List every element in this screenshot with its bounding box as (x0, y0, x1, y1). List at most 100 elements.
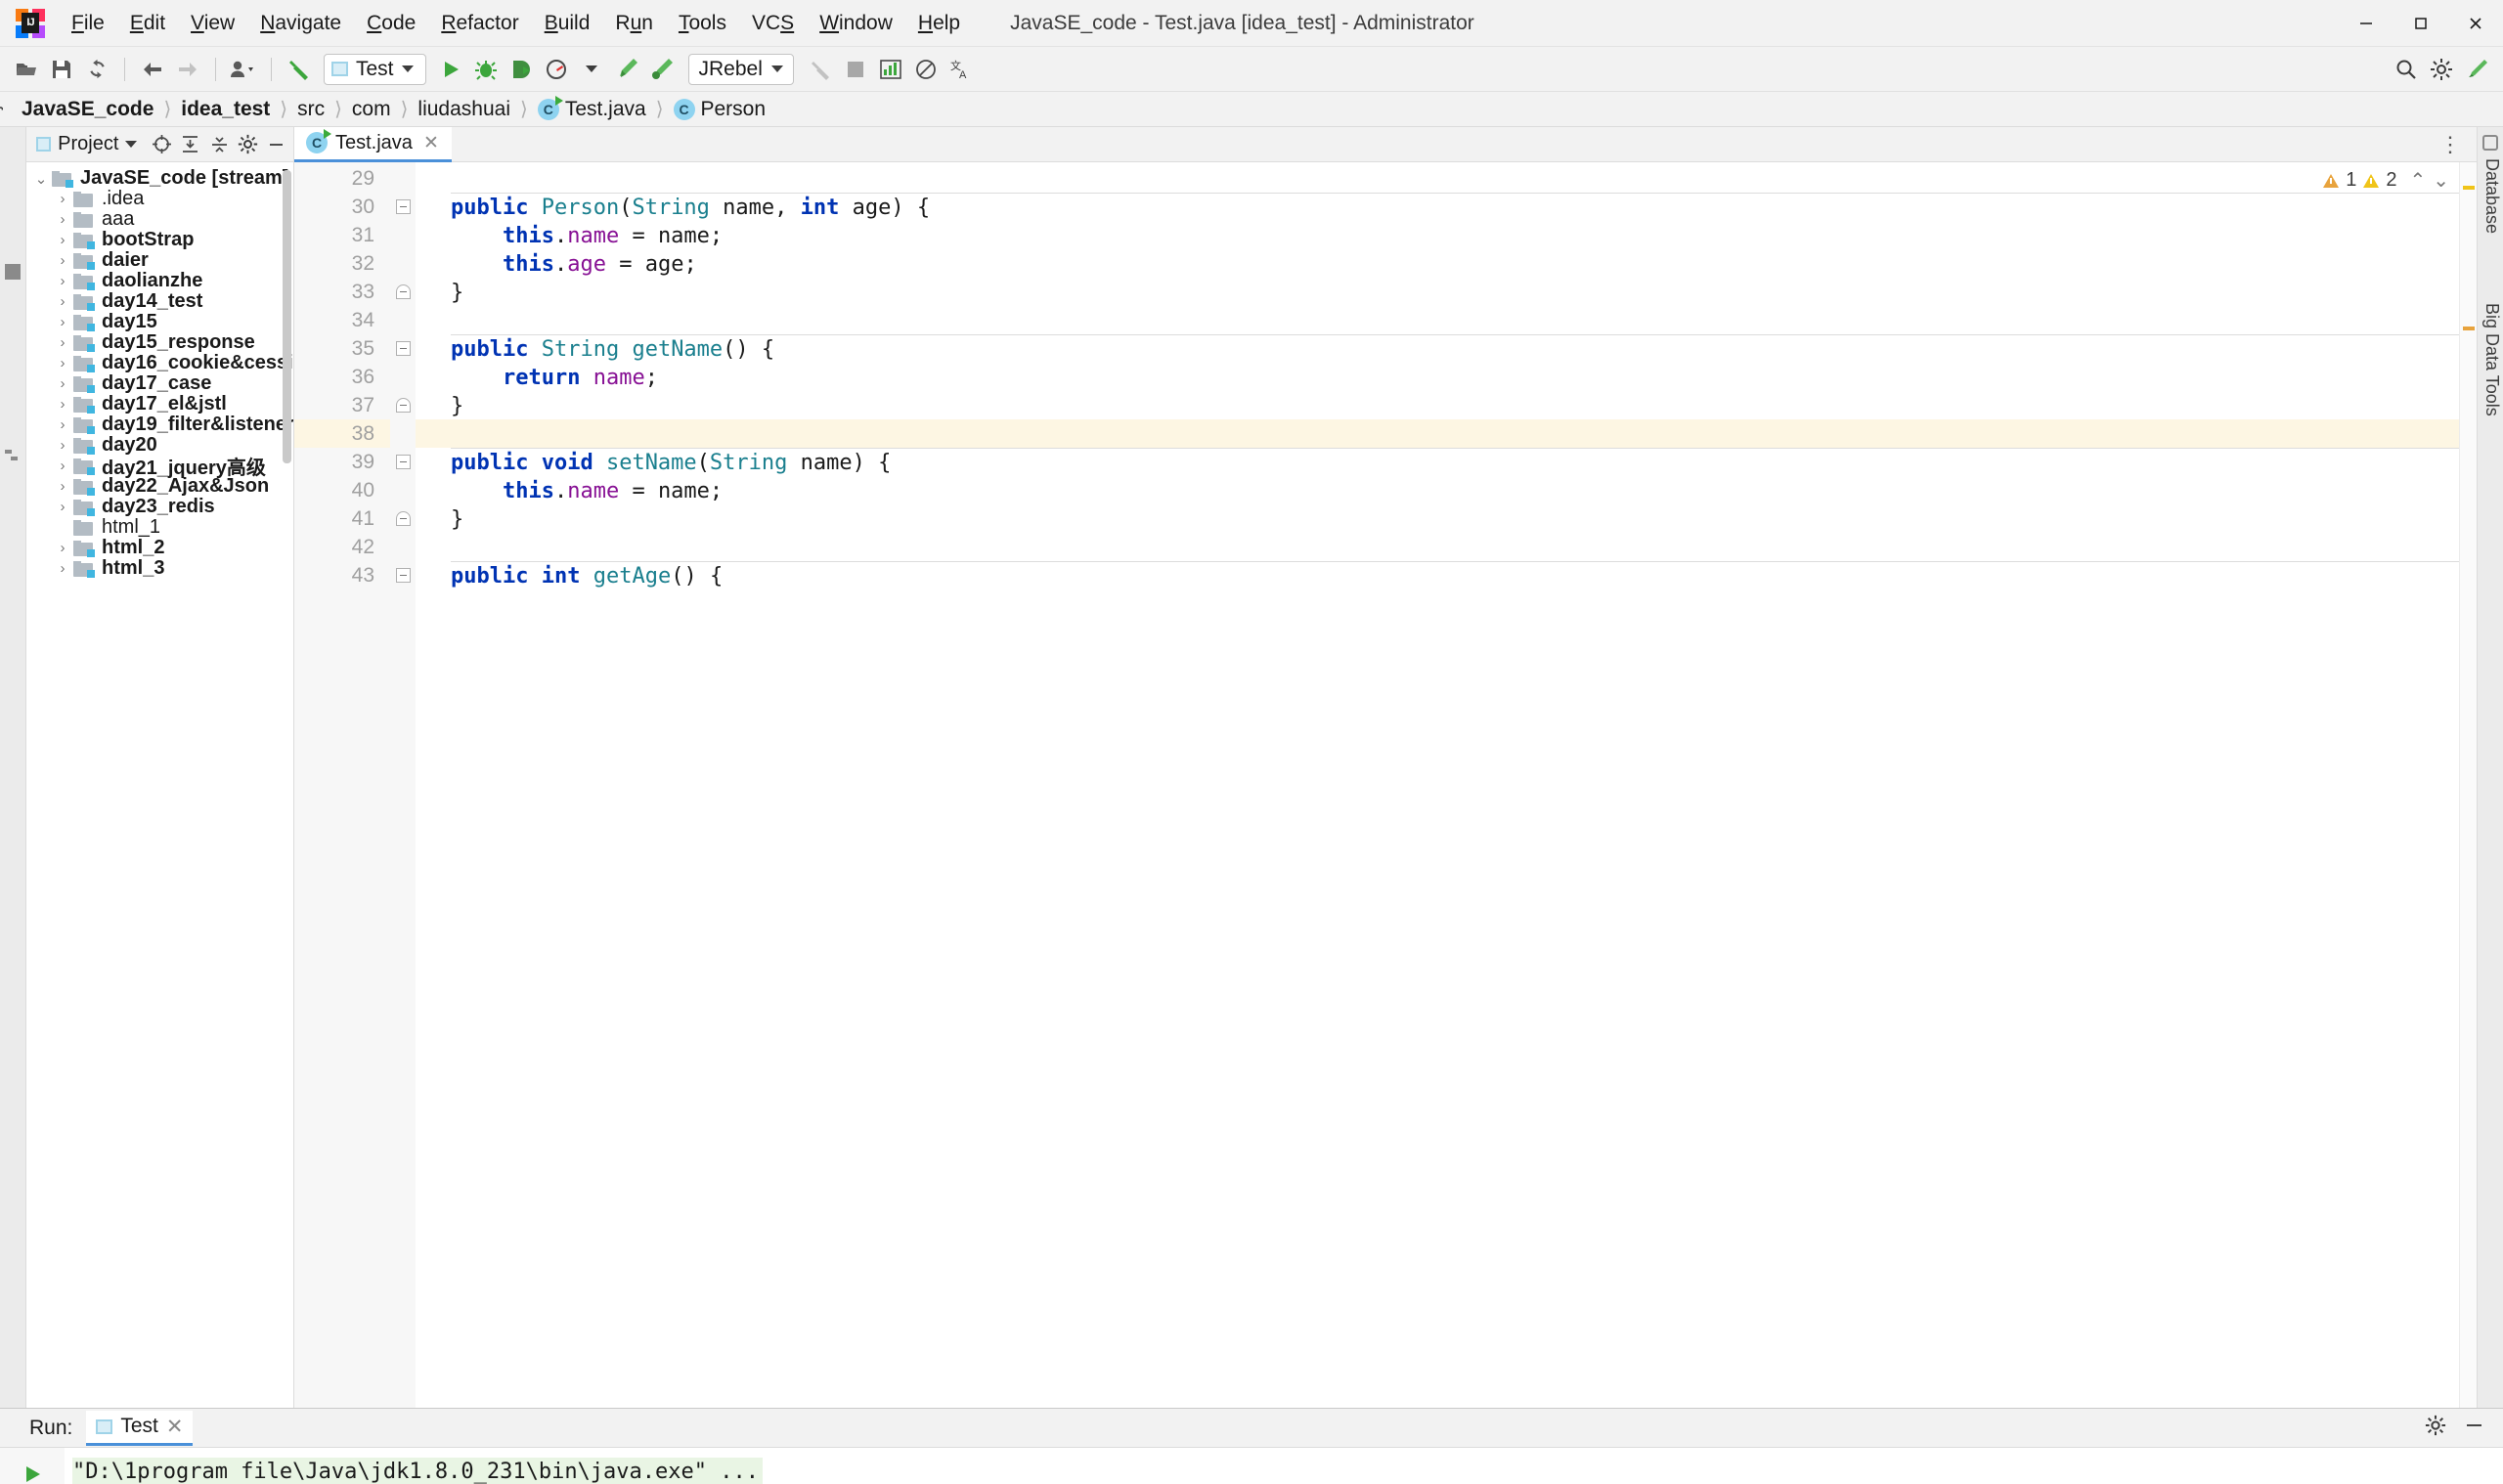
sync-icon[interactable] (80, 53, 113, 86)
menu-item-help[interactable]: Help (905, 6, 973, 41)
code-line[interactable] (416, 306, 2477, 334)
code-line[interactable]: public String getName() { (416, 334, 2477, 363)
fold-marker[interactable] (390, 504, 416, 533)
rail-item-project[interactable]: Project (0, 82, 4, 137)
menu-item-code[interactable]: Code (354, 6, 428, 41)
chevron-right-icon[interactable]: › (52, 560, 73, 577)
chevron-right-icon[interactable]: › (52, 252, 73, 269)
tree-node[interactable]: › html_2 (26, 537, 293, 558)
menu-item-build[interactable]: Build (532, 6, 603, 41)
run-tab-test[interactable]: Test ✕ (86, 1410, 194, 1446)
code-line[interactable]: this.name = name; (416, 221, 2477, 249)
save-icon[interactable] (45, 53, 78, 86)
jrebel-run-icon[interactable] (610, 53, 643, 86)
chevron-right-icon[interactable]: › (52, 416, 73, 433)
rail-item-structure[interactable]: Structure (0, 224, 4, 295)
tree-node[interactable]: › day17_el&jstl (26, 393, 293, 415)
collapse-all-icon[interactable] (208, 132, 230, 157)
chart-icon[interactable] (874, 53, 907, 86)
jrebel-selector[interactable]: JRebel (687, 53, 794, 85)
inspection-strip[interactable] (2459, 162, 2477, 1408)
breadcrumb-item-src[interactable]: src (291, 96, 330, 123)
tree-node[interactable]: › daolianzhe (26, 270, 293, 291)
inspection-summary[interactable]: 1 2 ⌃ ⌄ (2323, 168, 2449, 193)
menu-item-edit[interactable]: Edit (117, 6, 178, 41)
chevron-right-icon[interactable]: › (52, 314, 73, 330)
chevron-right-icon[interactable]: › (52, 334, 73, 351)
tree-node[interactable]: › day15_response (26, 331, 293, 353)
search-icon[interactable] (2390, 53, 2423, 86)
menu-item-vcs[interactable]: VCS (739, 6, 807, 41)
chevron-right-icon[interactable]: › (52, 396, 73, 413)
chevron-right-icon[interactable]: › (52, 540, 73, 556)
tree-node[interactable]: › html_3 (26, 557, 293, 579)
chevron-down-icon[interactable] (575, 53, 608, 86)
chevron-right-icon[interactable]: › (52, 375, 73, 392)
hide-panel-icon[interactable] (266, 132, 287, 157)
build-hammer-icon[interactable] (283, 53, 316, 86)
menu-item-run[interactable]: Run (602, 6, 666, 41)
code-text[interactable]: public Person(String name, int age) { th… (416, 162, 2477, 1408)
breadcrumb-item-idea-test[interactable]: idea_test (175, 96, 276, 123)
chevron-right-icon[interactable]: › (52, 273, 73, 289)
locate-icon[interactable] (151, 132, 172, 157)
tree-scrollbar[interactable] (283, 170, 291, 463)
close-icon[interactable]: ✕ (420, 132, 442, 154)
tree-node[interactable]: › day22_Ajax&Json (26, 475, 293, 497)
jrebel-debug-icon[interactable] (645, 53, 679, 86)
breadcrumb-item-person[interactable]: C Person (668, 96, 772, 123)
chevron-right-icon[interactable]: › (52, 355, 73, 371)
menu-item-tools[interactable]: Tools (666, 6, 739, 41)
chevron-down-icon[interactable]: ⌄ (30, 170, 52, 188)
breadcrumb-item-com[interactable]: com (346, 96, 397, 123)
tree-node[interactable]: › day14_test (26, 290, 293, 312)
settings-gear-icon[interactable] (2425, 53, 2458, 86)
code-line[interactable]: this.name = name; (416, 476, 2477, 504)
fold-box-icon[interactable] (395, 568, 411, 583)
code-line[interactable]: this.age = age; (416, 249, 2477, 278)
prev-problem-icon[interactable]: ⌃ (2409, 168, 2426, 193)
chevron-right-icon[interactable]: › (52, 437, 73, 454)
open-folder-icon[interactable] (10, 53, 43, 86)
hide-panel-icon[interactable] (2464, 1415, 2485, 1442)
chevron-right-icon[interactable]: › (52, 499, 73, 515)
tree-node[interactable]: › daier (26, 249, 293, 271)
editor-tab-test-java[interactable]: C Test.java ✕ (294, 126, 452, 162)
menu-item-file[interactable]: File (59, 6, 117, 41)
code-line[interactable]: public Person(String name, int age) { (416, 193, 2477, 221)
settings-gear-icon[interactable] (237, 132, 258, 157)
menu-item-window[interactable]: Window (807, 6, 905, 41)
breadcrumb-item-test-java[interactable]: C Test.java (532, 95, 652, 123)
code-line[interactable]: } (416, 278, 2477, 306)
minimize-button[interactable] (2339, 0, 2393, 47)
translate-icon[interactable]: 文A (944, 53, 978, 86)
chevron-right-icon[interactable]: › (52, 232, 73, 248)
maximize-button[interactable] (2393, 0, 2448, 47)
tree-node[interactable]: › .idea (26, 188, 293, 209)
tree-node[interactable]: › day21_jquery高级 (26, 456, 293, 479)
run-icon[interactable] (434, 53, 467, 86)
fold-marker[interactable] (390, 334, 416, 363)
code-line[interactable]: return name; (416, 363, 2477, 391)
fold-box-icon[interactable] (395, 398, 411, 413)
code-line[interactable]: public void setName(String name) { (416, 448, 2477, 476)
close-icon[interactable]: ✕ (166, 1415, 184, 1439)
chevron-right-icon[interactable]: › (52, 293, 73, 310)
tree-node[interactable]: › day15 (26, 311, 293, 332)
chevron-right-icon[interactable]: › (52, 211, 73, 228)
tree-node[interactable]: › day16_cookie&cession (26, 352, 294, 373)
tree-node[interactable]: › bootStrap (26, 229, 293, 250)
user-dropdown-icon[interactable] (227, 53, 260, 86)
console-output[interactable]: "D:\1program file\Java\jdk1.8.0_231\bin\… (65, 1448, 2503, 1484)
menu-item-view[interactable]: View (178, 6, 247, 41)
rail-item-database[interactable]: Database (2481, 158, 2502, 234)
close-button[interactable] (2448, 0, 2503, 47)
chevron-right-icon[interactable]: › (52, 458, 73, 474)
next-problem-icon[interactable]: ⌄ (2433, 168, 2449, 193)
project-tree[interactable]: ⌄JavaSE_code [stream]E:\IdeaProject›.ide… (26, 162, 293, 1408)
chevron-down-icon[interactable] (125, 141, 138, 148)
run-configuration-selector[interactable]: Test (324, 53, 426, 85)
menu-item-refactor[interactable]: Refactor (428, 6, 531, 41)
more-options-icon[interactable]: ⋮ (2439, 132, 2463, 157)
fold-marker[interactable] (390, 561, 416, 589)
